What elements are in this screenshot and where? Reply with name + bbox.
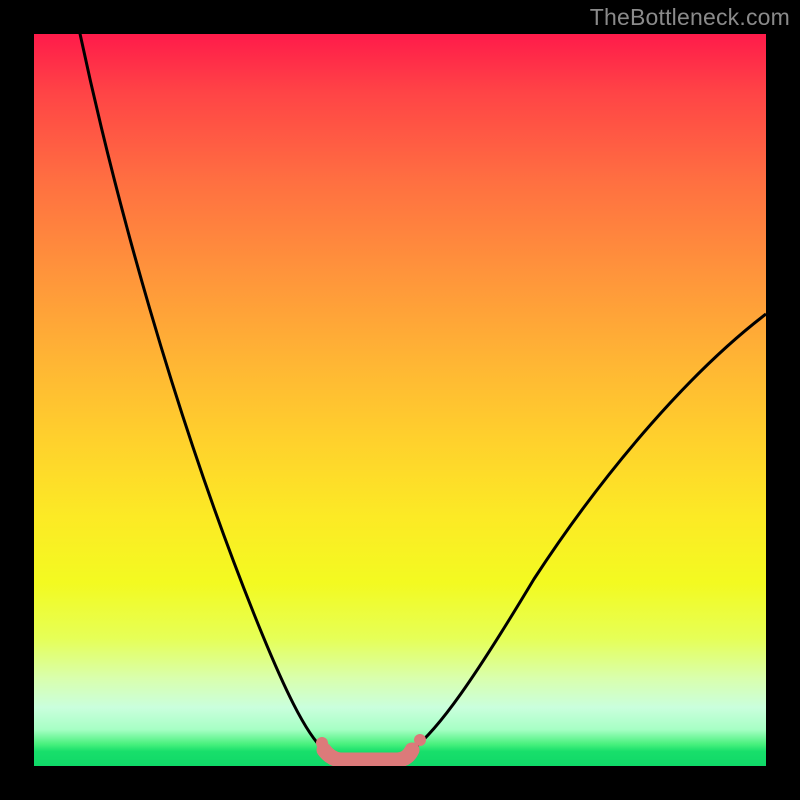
curve-flat-bottom (324, 750, 412, 760)
plot-area (34, 34, 766, 766)
watermark-text: TheBottleneck.com (590, 4, 790, 31)
curve-right-branch (412, 314, 766, 750)
bottleneck-curve (34, 34, 766, 766)
curve-left-branch (79, 34, 324, 750)
marker-dot-left (316, 737, 328, 749)
chart-frame: TheBottleneck.com (0, 0, 800, 800)
marker-dot-right-2 (414, 734, 426, 746)
